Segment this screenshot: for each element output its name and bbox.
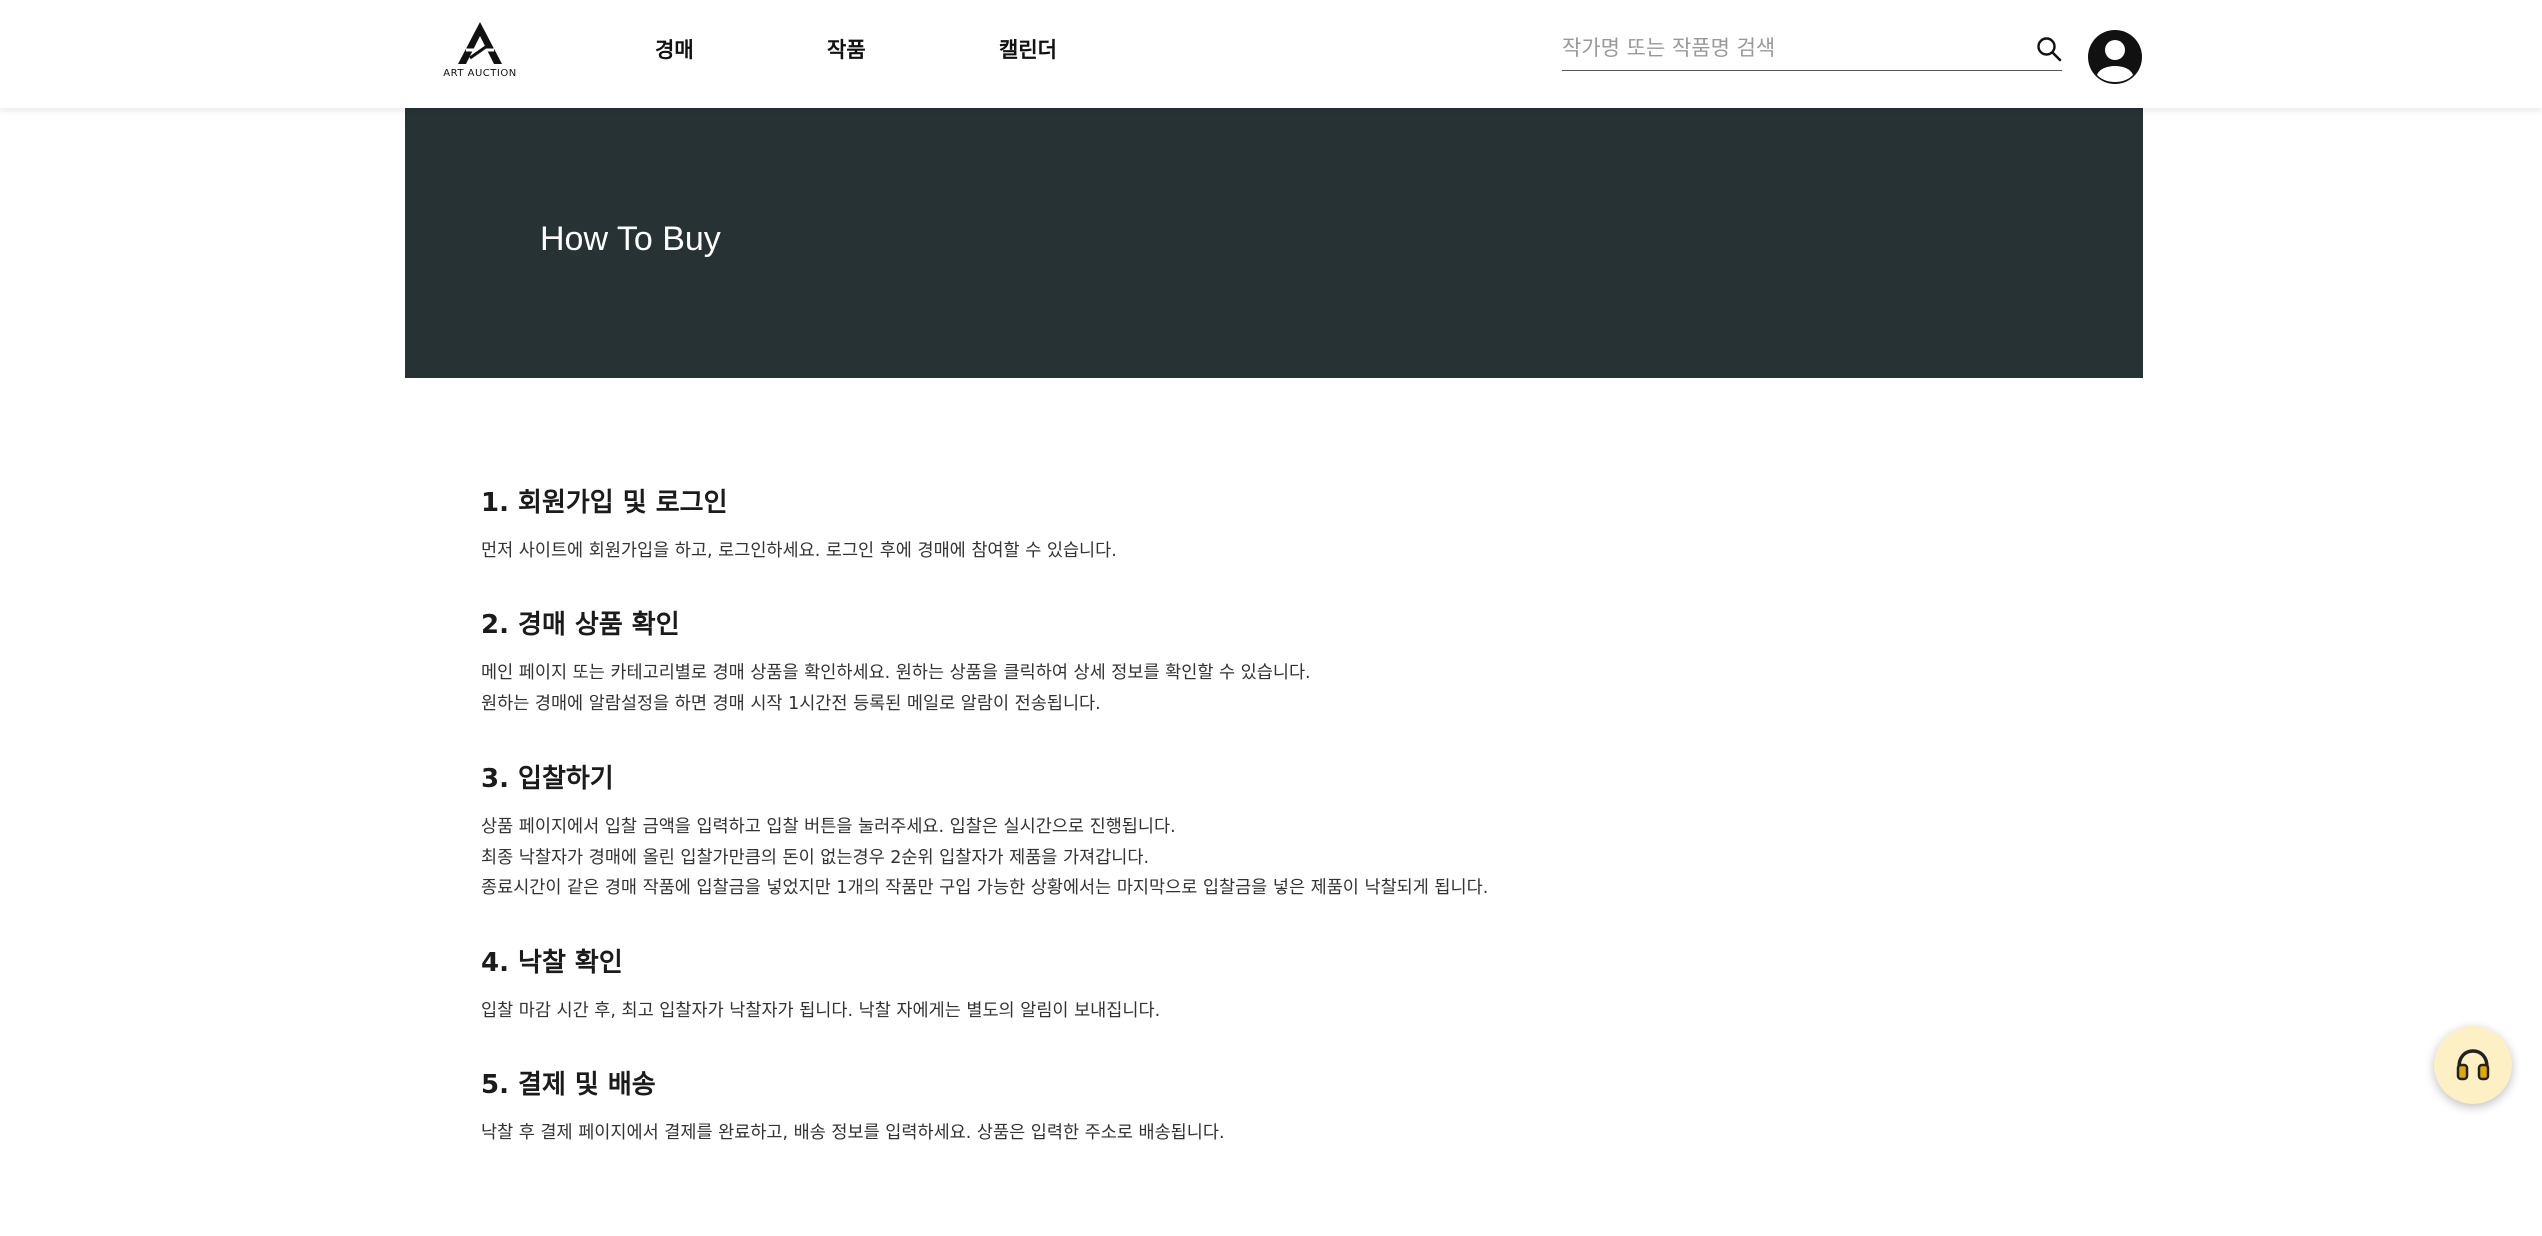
section-text: 최종 낙찰자가 경매에 올린 입찰가만큼의 돈이 없는경우 2순위 입찰자가 제… [481,847,1150,868]
section-winning: 4. 낙찰 확인 입찰 마감 시간 후, 최고 입찰자가 낙찰자가 됩니다. 낙… [481,940,1160,1027]
section-text: 상품 페이지에서 입찰 금액을 입력하고 입찰 버튼을 눌러주세요. 입찰은 실… [481,817,1176,837]
section-text: 낙찰 후 결제 페이지에서 결제를 완료하고, 배송 정보를 입력하세요. 상품… [481,1123,1225,1143]
section-text: 먼저 사이트에 회원가입을 하고, 로그인하세요. 로그인 후에 경매에 참여할… [481,541,1117,561]
nav-auction[interactable]: 경매 [655,34,694,64]
section-bidding: 3. 입찰하기 상품 페이지에서 입찰 금액을 입력하고 입찰 버튼을 눌러주세… [481,756,1488,904]
section-title: 4. 낙찰 확인 [481,948,623,978]
section-browse: 2. 경매 상품 확인 메인 페이지 또는 카테고리별로 경매 상품을 확인하세… [481,602,1311,719]
headset-icon [2456,1049,2490,1081]
section-text: 입찰 마감 시간 후, 최고 입찰자가 낙찰자가 됩니다. 낙찰 자에게는 별도… [481,1001,1161,1021]
section-text: 메인 페이지 또는 카테고리별로 경매 상품을 확인하세요. 원하는 상품을 클… [481,663,1311,683]
section-title: 5. 결제 및 배송 [481,1070,656,1100]
user-avatar-icon[interactable] [2087,29,2143,85]
logo-mark-icon [458,22,502,64]
page-title: How To Buy [540,220,721,258]
search-icon[interactable] [2036,36,2062,62]
site-header: ART AUCTION 경매 작품 캘린더 [0,0,2542,108]
section-payment: 5. 결제 및 배송 낙찰 후 결제 페이지에서 결제를 완료하고, 배송 정보… [481,1062,1225,1149]
section-title: 2. 경매 상품 확인 [481,610,680,640]
section-title: 1. 회원가입 및 로그인 [481,488,728,518]
search-bar [1562,30,2062,71]
logo-text: ART AUCTION [443,68,517,79]
section-text: 원하는 경매에 알람설정을 하면 경매 시작 1시간전 등록된 메일로 알람이 … [481,693,1101,714]
hero-banner: How To Buy [405,108,2143,378]
logo[interactable]: ART AUCTION [440,20,520,88]
search-input[interactable] [1562,30,2002,66]
customer-support-button[interactable] [2434,1026,2512,1104]
section-text: 종료시간이 같은 경매 작품에 입찰금을 넣었지만 1개의 작품만 구입 가능한… [481,878,1489,898]
section-signup: 1. 회원가입 및 로그인 먼저 사이트에 회원가입을 하고, 로그인하세요. … [481,480,1117,567]
nav-artworks[interactable]: 작품 [827,34,866,64]
nav-calendar[interactable]: 캘린더 [999,34,1057,64]
section-title: 3. 입찰하기 [481,764,614,794]
